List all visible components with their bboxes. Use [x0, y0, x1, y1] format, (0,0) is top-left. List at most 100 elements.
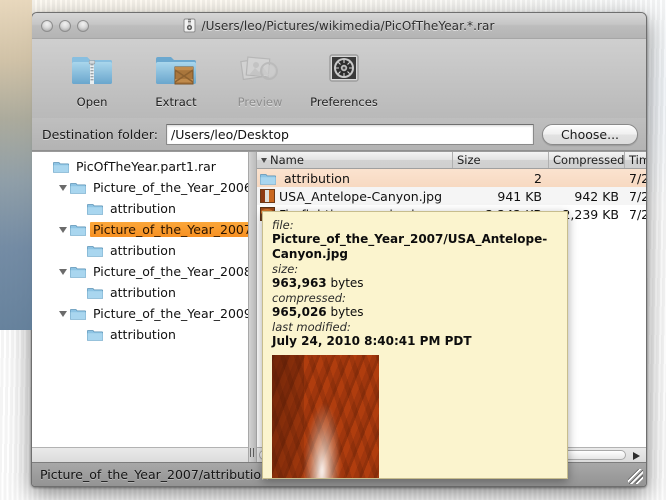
tree-item[interactable]: attribution [32, 198, 248, 219]
info-field-value: Picture_of_the_Year_2007/USA_Antelope-Ca… [272, 232, 559, 262]
preview-button-label: Preview [238, 95, 283, 109]
tree-item-label: Picture_of_the_Year_2009 [90, 306, 248, 321]
file-name-label: attribution [284, 171, 350, 186]
window-controls [41, 20, 89, 32]
tree-item-label: attribution [107, 285, 179, 300]
archive-tree[interactable]: PicOfTheYear.part1.rar Picture_of_the_Yea… [32, 152, 248, 447]
sort-descending-icon [261, 158, 267, 163]
window-title: /Users/leo/Pictures/wikimedia/PicOfTheYe… [201, 19, 494, 33]
file-name-label: USA_Antelope-Canyon.jpg [279, 189, 442, 204]
tree-item[interactable]: Picture_of_the_Year_2008 [32, 261, 248, 282]
extract-button[interactable]: Extract [134, 44, 218, 109]
info-field-key: last modified: [272, 320, 559, 334]
tree-item[interactable]: attribution [32, 240, 248, 261]
zoom-button[interactable] [77, 20, 89, 32]
column-header-label: Size [457, 153, 481, 167]
file-info-tooltip: file:Picture_of_the_Year_2007/USA_Antelo… [262, 211, 568, 479]
preview-photos-icon [238, 46, 282, 90]
tree-item-label: Picture_of_the_Year_2007 [90, 222, 248, 237]
disclosure-triangle-icon[interactable] [55, 185, 70, 191]
tree-item[interactable]: Picture_of_the_Year_2007 [32, 219, 248, 240]
tree-item[interactable]: Picture_of_the_Year_2006 [32, 177, 248, 198]
disclosure-triangle-icon[interactable] [55, 269, 70, 275]
preferences-gear-icon [322, 46, 366, 90]
tree-item[interactable]: attribution [32, 324, 248, 345]
destination-folder-input[interactable]: /Users/leo/Desktop [166, 124, 534, 145]
preferences-button[interactable]: Preferences [302, 44, 386, 109]
window-title-area: /Users/leo/Pictures/wikimedia/PicOfTheYe… [32, 13, 646, 38]
column-header-name[interactable]: Name [257, 152, 453, 168]
column-header-compressed[interactable]: Compressed [549, 152, 625, 168]
disclosure-triangle-icon[interactable] [55, 227, 70, 233]
folder-icon [260, 172, 276, 185]
column-header-size[interactable]: Size [453, 152, 549, 168]
destination-folder-row: Destination folder: /Users/leo/Desktop C… [32, 118, 646, 151]
table-row[interactable]: attribution 2 7/25/10 [257, 169, 646, 187]
tree-item[interactable]: attribution [32, 282, 248, 303]
tree-item[interactable]: PicOfTheYear.part1.rar [32, 156, 248, 177]
file-list-column-headers[interactable]: Name Size Compressed Time [257, 152, 646, 169]
column-header-time[interactable]: Time [625, 152, 646, 168]
info-field-key: file: [272, 218, 559, 232]
info-field-key: size: [272, 262, 559, 276]
folder-icon [87, 328, 103, 341]
disclosure-triangle-icon[interactable] [55, 311, 70, 317]
open-button-label: Open [77, 95, 108, 109]
folder-icon [53, 160, 69, 173]
column-header-label: Time [629, 153, 646, 167]
tree-item-label: Picture_of_the_Year_2006 [90, 180, 248, 195]
destination-folder-value: /Users/leo/Desktop [171, 127, 289, 142]
open-button[interactable]: Open [50, 44, 134, 109]
desktop-background: /Users/leo/Pictures/wikimedia/PicOfTheYe… [0, 0, 666, 500]
folder-icon [70, 307, 86, 320]
window-titlebar[interactable]: /Users/leo/Pictures/wikimedia/PicOfTheYe… [32, 13, 646, 39]
tree-pane-scrollbar[interactable] [32, 447, 248, 462]
folder-icon [70, 265, 86, 278]
minimize-button[interactable] [59, 20, 71, 32]
archive-tree-pane: PicOfTheYear.part1.rar Picture_of_the_Yea… [32, 152, 248, 462]
folder-icon [87, 244, 103, 257]
pane-splitter[interactable] [248, 152, 257, 462]
info-field-number: July 24, 2010 8:40:41 PM PDT [272, 334, 472, 348]
tree-item[interactable]: Picture_of_the_Year_2009 [32, 303, 248, 324]
column-header-label: Name [270, 153, 304, 167]
splitter-grip-icon [250, 448, 255, 457]
cell-time: 7/24/10 [625, 207, 646, 222]
info-field-unit: bytes [327, 305, 364, 319]
tree-item-label: attribution [107, 243, 179, 258]
file-info-fields: file:Picture_of_the_Year_2007/USA_Antelo… [272, 218, 559, 349]
folder-icon [87, 202, 103, 215]
choose-button[interactable]: Choose... [542, 124, 638, 145]
info-field-number: 965,026 [272, 305, 327, 319]
extract-button-label: Extract [155, 95, 196, 109]
info-field-value: 965,026 bytes [272, 305, 559, 320]
info-field-key: compressed: [272, 291, 559, 305]
preferences-button-label: Preferences [310, 95, 378, 109]
cell-time: 7/24/10 [625, 189, 646, 204]
info-field-number: Picture_of_the_Year_2007/USA_Antelope-Ca… [272, 232, 547, 261]
rar-archive-icon [183, 18, 196, 33]
jpeg-thumbnail-icon [260, 189, 275, 203]
info-field-value: July 24, 2010 8:40:41 PM PDT [272, 334, 559, 349]
preview-button: Preview [218, 44, 302, 109]
choose-button-label: Choose... [561, 127, 619, 142]
chevron-down-icon [59, 227, 67, 233]
tree-item-label: attribution [107, 327, 179, 342]
tree-item-label: PicOfTheYear.part1.rar [73, 159, 219, 174]
chevron-down-icon [59, 311, 67, 317]
chevron-down-icon [59, 185, 67, 191]
column-header-label: Compressed [553, 153, 624, 167]
info-field-unit: bytes [327, 276, 364, 290]
cell-name: USA_Antelope-Canyon.jpg [257, 189, 453, 204]
info-field-number: 963,963 [272, 276, 327, 290]
table-row[interactable]: USA_Antelope-Canyon.jpg941 KB942 KB7/24/… [257, 187, 646, 205]
info-field-value: 963,963 bytes [272, 276, 559, 291]
antelope-canyon-light-beam-thumbnail [272, 355, 379, 479]
close-button[interactable] [41, 20, 53, 32]
thumbnail-ground-glow [307, 478, 343, 479]
resize-grip-icon[interactable] [628, 469, 643, 484]
open-archive-folder-icon [70, 46, 114, 90]
scroll-right-arrow-icon[interactable] [628, 449, 644, 462]
cell-time: 7/25/10 [625, 171, 646, 186]
cell-size: 2 [453, 171, 549, 186]
